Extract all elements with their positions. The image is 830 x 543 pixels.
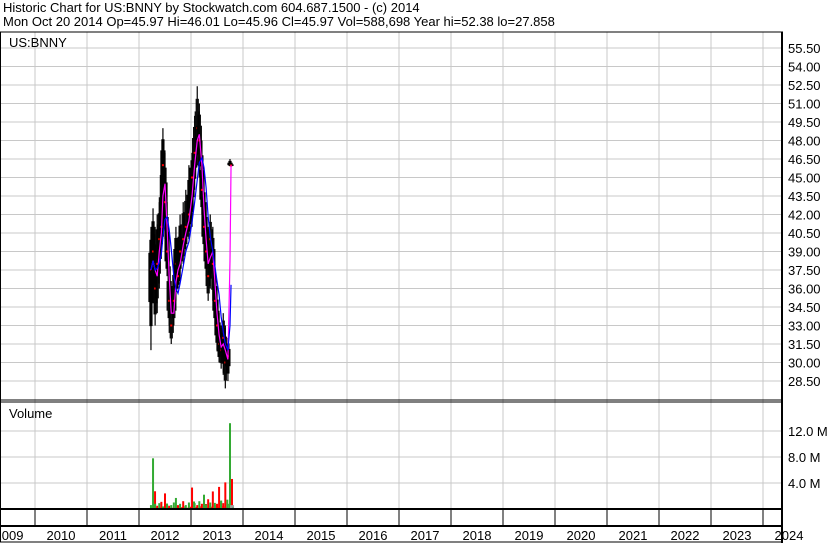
year-label: 2022 (671, 528, 700, 543)
volume-bars (149, 423, 235, 509)
price-tick-label: 55.50 (788, 41, 821, 56)
volume-bar (164, 493, 166, 509)
year-label: 2012 (151, 528, 180, 543)
volume-bar (211, 491, 214, 509)
volume-tick-label: 8.0 M (788, 450, 821, 465)
price-tick-label: 54.00 (788, 60, 821, 75)
volume-bar (182, 501, 185, 509)
volume-bar (198, 501, 201, 509)
close-mark (207, 275, 210, 278)
year-label: 2023 (723, 528, 752, 543)
price-tick-label: 37.50 (788, 263, 821, 278)
volume-bar (224, 482, 227, 509)
year-label: 2020 (567, 528, 596, 543)
chart-frame (0, 31, 783, 543)
volume-tick-label: 4.0 M (788, 476, 821, 491)
volume-bar (174, 497, 177, 509)
price-tick-label: 36.00 (788, 282, 821, 297)
close-mark (170, 324, 173, 327)
price-tick-label: 45.00 (788, 171, 821, 186)
year-label: 2015 (307, 528, 336, 543)
volume-bar (220, 500, 223, 509)
close-mark (179, 250, 182, 253)
price-tick-label: 39.00 (788, 245, 821, 260)
price-tick-label: 31.50 (788, 337, 821, 352)
year-label: 2009 (0, 528, 23, 543)
volume-bar (229, 423, 231, 509)
year-label: 2010 (47, 528, 76, 543)
volume-bar (203, 494, 205, 509)
price-tick-label: 46.50 (788, 152, 821, 167)
year-label: 2011 (99, 528, 127, 543)
close-mark (191, 176, 194, 179)
year-label: 2021 (619, 528, 648, 543)
price-tick-label: 28.50 (788, 374, 821, 389)
price-tick-label: 34.50 (788, 300, 821, 315)
year-label: 2016 (359, 528, 388, 543)
volume-tick-label: 12.0 M (788, 424, 828, 439)
price-tick-label: 30.00 (788, 356, 821, 371)
volume-bar (191, 487, 194, 509)
year-label: 2018 (463, 528, 492, 543)
price-tick-label: 49.50 (788, 115, 821, 130)
volume-bar (152, 458, 155, 509)
price-tick-label: 42.00 (788, 208, 821, 223)
year-label: 2024 (775, 528, 804, 543)
year-label: 2017 (411, 528, 440, 543)
symbol-label: US:BNNY (9, 35, 67, 50)
stock-chart: 55.50 54.00 52.50 51.00 49.50 48.00 46.50 45.00… (0, 31, 828, 543)
outer-frame (0, 31, 783, 543)
year-label: 2013 (203, 528, 232, 543)
close-mark (161, 164, 164, 167)
volume-bar (231, 478, 233, 509)
price-tick-label: 52.50 (788, 78, 821, 93)
volume-bar (218, 486, 221, 509)
price-tick-label: 51.00 (788, 97, 821, 112)
year-label: 2014 (255, 528, 284, 543)
volume-label: Volume (9, 406, 52, 421)
grid (0, 32, 782, 526)
volume-bar (207, 499, 210, 509)
price-tick-label: 40.50 (788, 226, 821, 241)
price-tick-label: 48.00 (788, 134, 821, 149)
axis-labels: 55.50 54.00 52.50 51.00 49.50 48.00 46.50 45.00… (0, 41, 828, 543)
price-tick-label: 43.50 (788, 189, 821, 204)
price-tick-label: 33.00 (788, 319, 821, 334)
close-mark (184, 225, 187, 228)
year-label: 2019 (515, 528, 544, 543)
